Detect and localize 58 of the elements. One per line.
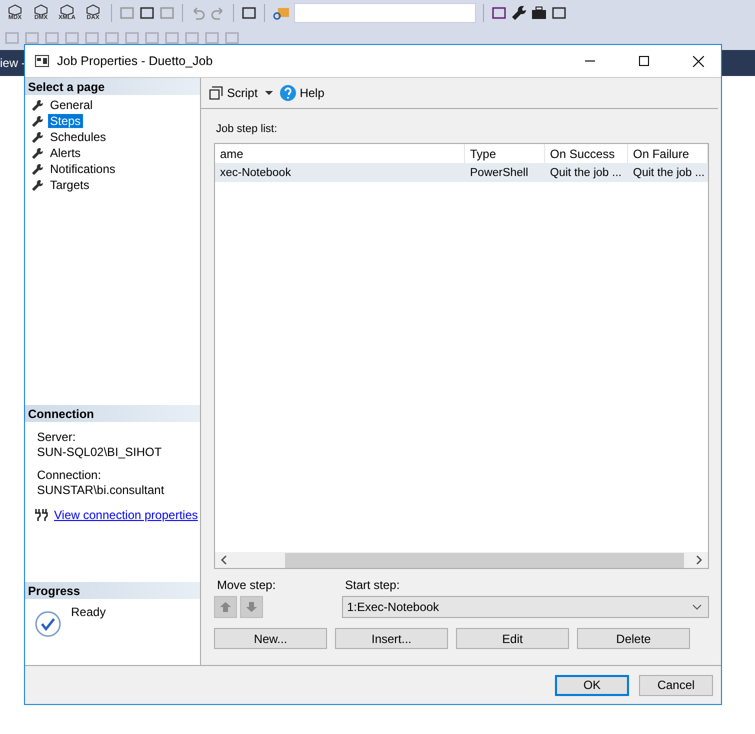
help-icon bbox=[280, 85, 296, 101]
page-item[interactable]: General bbox=[48, 98, 95, 112]
dialog-button[interactable]: OK bbox=[555, 674, 629, 696]
page-item[interactable]: Schedules bbox=[48, 130, 108, 144]
cube-icon[interactable] bbox=[8, 4, 22, 15]
page-item[interactable]: Notifications bbox=[48, 162, 118, 176]
down-arrow-icon bbox=[246, 602, 257, 612]
wrench-icon bbox=[31, 114, 44, 128]
wrench-icon bbox=[31, 130, 44, 144]
window-title: Job Properties - Duetto_Job bbox=[57, 54, 214, 68]
wrench-icon bbox=[31, 146, 44, 160]
action-button[interactable]: Insert... bbox=[335, 628, 448, 649]
section-header: Progress bbox=[25, 582, 200, 599]
action-button[interactable]: Edit bbox=[456, 628, 569, 649]
page-item[interactable]: Alerts bbox=[48, 146, 83, 160]
checkmark-icon bbox=[35, 611, 61, 637]
chevron-icon bbox=[692, 604, 702, 610]
wrench-icon bbox=[31, 178, 44, 192]
table-cell[interactable]: Quit the job ... bbox=[545, 163, 628, 182]
close-icon bbox=[692, 56, 704, 66]
cube-icon[interactable] bbox=[60, 4, 74, 15]
field-value: SUN-SQL02\BI_SIHOT bbox=[37, 445, 163, 459]
toolbox-icon[interactable] bbox=[531, 4, 547, 20]
field-value: SUNSTAR\bi.consultant bbox=[37, 483, 166, 497]
move-down-button[interactable] bbox=[240, 596, 263, 618]
section-header: Select a page bbox=[25, 78, 200, 95]
wrench-icon[interactable] bbox=[511, 4, 527, 20]
cube-icon[interactable] bbox=[34, 4, 48, 15]
action-button[interactable]: New... bbox=[214, 628, 327, 649]
page-item[interactable]: Targets bbox=[48, 178, 92, 192]
table-cell[interactable]: xec-Notebook bbox=[215, 163, 465, 182]
dialog-button[interactable]: Cancel bbox=[639, 674, 713, 696]
scrollbar-thumb[interactable] bbox=[285, 552, 684, 568]
table-cell[interactable]: PowerShell bbox=[465, 163, 545, 182]
plug-icon bbox=[34, 509, 48, 521]
up-arrow-icon bbox=[220, 602, 231, 612]
scroll-right-icon[interactable] bbox=[694, 555, 704, 565]
script-icon bbox=[209, 86, 223, 100]
maximize-icon bbox=[639, 56, 649, 66]
section-header: Connection bbox=[25, 405, 200, 422]
field-label: Server: bbox=[37, 430, 77, 444]
table-cell[interactable]: Quit the job ... bbox=[628, 163, 708, 182]
script-button[interactable]: Script bbox=[209, 86, 258, 100]
move-up-button[interactable] bbox=[214, 596, 237, 618]
action-button[interactable]: Delete bbox=[577, 628, 690, 649]
start-step-dropdown[interactable]: 1:Exec-Notebook bbox=[342, 596, 709, 618]
scroll-left-icon[interactable] bbox=[219, 555, 229, 565]
wrench-icon bbox=[31, 162, 44, 176]
field-label: Connection: bbox=[37, 468, 102, 482]
connection-link[interactable]: View connection properties bbox=[54, 508, 198, 522]
list-label: Job step list: bbox=[215, 123, 278, 135]
field-label: Move step: bbox=[216, 578, 277, 592]
help-button[interactable]: Help bbox=[280, 85, 324, 101]
cube-icon[interactable] bbox=[86, 4, 100, 15]
wrench-icon bbox=[31, 98, 44, 112]
page-item[interactable]: Steps bbox=[48, 114, 83, 128]
status-text: Ready bbox=[71, 605, 106, 619]
field-label: Start step: bbox=[344, 578, 401, 592]
